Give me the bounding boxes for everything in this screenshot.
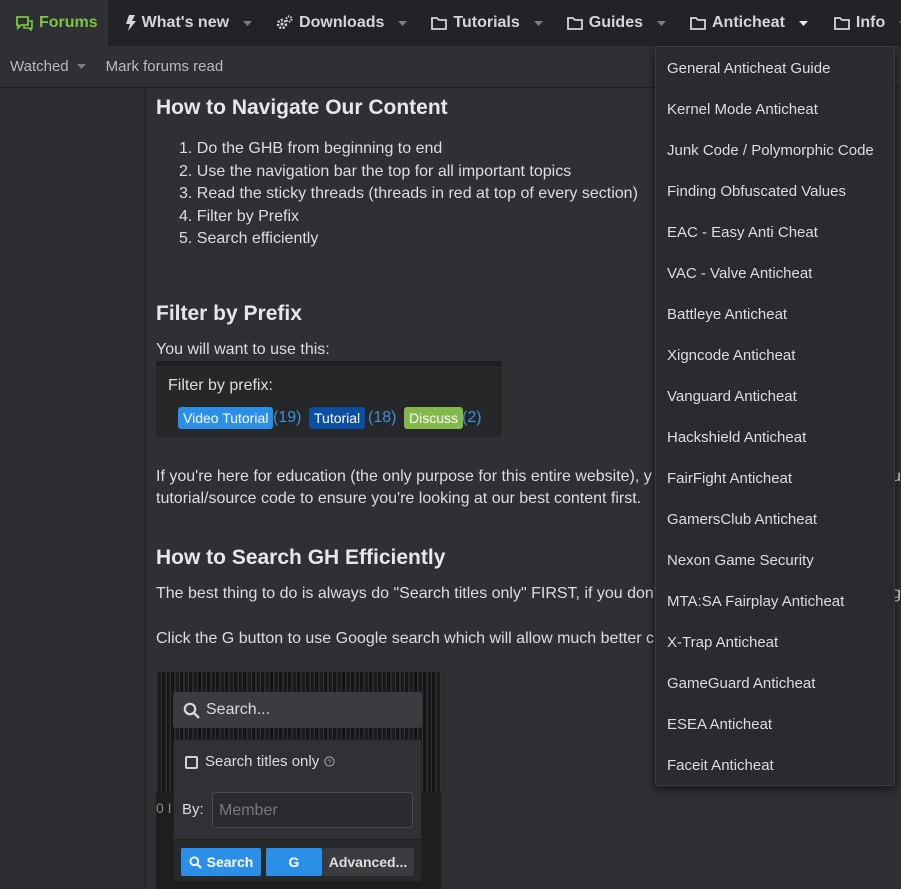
dropdown-item[interactable]: Faceit Anticheat [667,756,774,776]
paragraph-education: If you're here for education (the only p… [156,468,652,485]
chevron-down-icon[interactable] [398,20,408,26]
tab-label: What's new [141,14,230,31]
paragraph-education-2: tutorial/source code to ensure you're lo… [156,490,642,507]
prefix-count: (19) [273,409,302,426]
advanced-search-button: Advanced... [322,848,414,876]
dropdown-item[interactable]: Finding Obfuscated Values [667,182,846,202]
tab-label: Anticheat [712,14,785,31]
folder-icon [566,16,583,30]
search-options-panel: Search titles only ? By: Member Search G… [173,739,422,882]
search-button: Search [181,848,261,876]
tab-guides[interactable]: Guides [553,0,676,46]
top-navigation: Forums What's new Downloads Tutorials Gu… [0,0,901,46]
tab-downloads[interactable]: Downloads [262,0,417,46]
prefix-chip-tutorial: Tutorial [309,407,366,429]
dropdown-item[interactable]: GameGuard Anticheat [667,674,815,694]
svg-text:?: ? [328,757,332,766]
google-search-button: G [266,848,322,876]
prefix-count: (18) [368,409,397,426]
paragraph-use-this: You will want to use this: [156,341,330,358]
tab-label: Tutorials [453,14,520,31]
list-item: 5. Search efficiently [179,230,319,247]
titles-only-text: Search titles only [205,753,320,770]
question-circle-icon: ? [324,756,335,767]
list-item: 3. Read the sticky threads (threads in r… [179,185,638,202]
dropdown-item[interactable]: Kernel Mode Anticheat [667,100,818,120]
stub-text: 0 I [156,800,172,820]
dropdown-item[interactable]: GamersClub Anticheat [667,510,817,530]
tab-label: Info [855,14,886,31]
dropdown-item[interactable]: VAC - Valve Anticheat [667,264,812,284]
search-button-label: Search [206,854,254,870]
filter-by-prefix-image: Filter by prefix: Video Tutorial (19) Tu… [156,361,502,437]
prefix-count: (2) [462,409,482,426]
gears-icon [276,15,293,31]
watched-label: Watched [10,58,69,75]
chevron-down-icon[interactable] [533,20,543,26]
folder-icon [690,16,706,30]
dropdown-item[interactable]: Nexon Game Security [667,551,814,571]
paragraph-google: Click the G button to use Google search … [156,630,655,647]
tab-whats-new[interactable]: What's new [108,0,262,46]
folder-icon [431,16,448,30]
search-icon [183,702,200,719]
watched-link[interactable]: Watched [10,58,86,75]
by-label: By: [182,801,204,818]
tab-label: Downloads [299,14,385,31]
search-titles-label: Search titles only ? [205,753,335,770]
list-item: 4. Filter by Prefix [179,207,300,225]
steps-list: 1. Do the GHB from beginning to end 2. U… [179,138,638,251]
tab-label: Guides [588,14,643,31]
chevron-down-icon [76,64,86,69]
anticheat-dropdown-menu: General Anticheat Guide Kernel Mode Antic… [655,46,895,786]
list-item: 1. Do the GHB from beginning to end [179,140,443,157]
heading-search: How to Search GH Efficiently [156,546,446,569]
tab-label: Forums [39,14,98,31]
folder-icon [834,16,850,30]
dropdown-item[interactable]: Xigncode Anticheat [667,346,795,366]
chat-bubbles-icon [16,15,33,31]
tab-forums[interactable]: Forums [0,0,108,46]
member-field: Member [212,792,413,828]
dropdown-item[interactable]: FairFight Anticheat [667,469,792,489]
lightning-icon [125,15,136,31]
dropdown-item[interactable]: Junk Code / Polymorphic Code [667,141,874,161]
dropdown-item[interactable]: Hackshield Anticheat [667,428,806,448]
search-screenshot-image: 0 I Search... Search titles only ? By: M… [156,672,441,889]
chevron-down-icon[interactable] [798,20,808,26]
chevron-down-icon[interactable] [243,20,253,26]
tab-anticheat[interactable]: Anticheat [676,0,818,46]
left-gutter [0,88,146,889]
search-input: Search... [173,692,422,728]
search-footer: Search G Advanced... [174,839,421,881]
dropdown-item[interactable]: MTA:SA Fairplay Anticheat [667,592,844,612]
dropdown-item[interactable]: X-Trap Anticheat [667,633,778,653]
list-item: 2. Use the navigation bar the top for al… [179,162,572,180]
mark-forums-read-link[interactable]: Mark forums read [106,58,224,75]
dropdown-item[interactable]: ESEA Anticheat [667,715,772,735]
search-placeholder: Search... [206,701,271,718]
dropdown-item[interactable]: General Anticheat Guide [667,59,830,79]
tab-tutorials[interactable]: Tutorials [417,0,552,46]
heading-navigate: How to Navigate Our Content [156,96,448,119]
dropdown-item[interactable]: Vanguard Anticheat [667,387,797,407]
prefix-chip-video-tutorial: Video Tutorial [178,407,274,429]
chevron-down-icon[interactable] [657,20,666,26]
dropdown-item[interactable]: EAC - Easy Anti Cheat [667,223,818,243]
search-icon [189,856,202,869]
tab-info[interactable]: Info [818,0,901,46]
filter-label: Filter by prefix: [168,377,273,394]
paragraph-search: The best thing to do is always do "Searc… [156,585,662,602]
prefix-chip-discuss: Discuss [404,407,464,429]
dropdown-item[interactable]: Battleye Anticheat [667,305,787,325]
search-titles-checkbox [185,756,198,769]
heading-filter: Filter by Prefix [156,302,302,325]
